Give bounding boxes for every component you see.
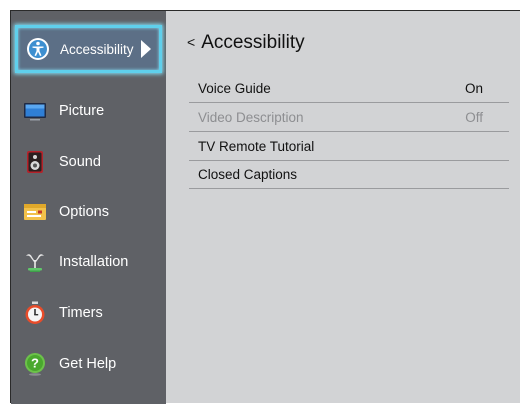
sidebar-item-label: Timers: [59, 305, 103, 321]
sidebar-item-sound[interactable]: Sound: [11, 138, 166, 186]
menu-row-video-description: Video Description Off: [189, 103, 509, 132]
row-label: Closed Captions: [198, 167, 298, 182]
sidebar-item-get-help[interactable]: ? Get Help: [11, 340, 166, 388]
sidebar-item-label: Accessibility: [60, 41, 134, 57]
sidebar-item-label: Installation: [59, 254, 129, 270]
settings-sidebar: Accessibility Picture Sound Options Inst…: [11, 11, 166, 404]
menu-row-voice-guide[interactable]: Voice Guide On: [189, 74, 509, 103]
sidebar-item-picture[interactable]: Picture: [11, 87, 166, 135]
options-icon: [24, 204, 46, 220]
sidebar-item-options[interactable]: Options: [11, 188, 166, 236]
tv-screen-icon: [24, 103, 46, 121]
accessibility-icon: [27, 38, 49, 60]
page-title: < Accessibility: [187, 32, 305, 54]
sidebar-item-label: Options: [59, 204, 109, 220]
chevron-right-icon: [141, 40, 151, 58]
menu-row-tv-remote-tutorial[interactable]: TV Remote Tutorial: [189, 132, 509, 161]
antenna-icon: [26, 254, 44, 272]
row-label: TV Remote Tutorial: [198, 139, 315, 154]
row-value: Off: [465, 110, 483, 125]
row-label: Voice Guide: [198, 81, 271, 96]
help-icon: ?: [25, 353, 45, 376]
sidebar-item-label: Get Help: [59, 356, 117, 372]
sidebar-item-label: Picture: [59, 103, 105, 119]
menu-row-closed-captions[interactable]: Closed Captions: [189, 160, 509, 189]
tv-settings-screen: Accessibility Picture Sound Options Inst…: [10, 10, 520, 404]
stopwatch-icon: [25, 301, 45, 324]
speaker-icon: [27, 151, 43, 173]
page-title-text: Accessibility: [201, 32, 305, 53]
back-arrow-icon[interactable]: <: [187, 34, 195, 50]
sidebar-item-accessibility[interactable]: Accessibility: [15, 25, 162, 73]
svg-text:?: ?: [31, 356, 39, 371]
row-value: On: [464, 81, 483, 96]
row-label: Video Description: [198, 110, 304, 125]
sidebar-item-installation[interactable]: Installation: [11, 238, 166, 286]
sidebar-item-label: Sound: [59, 154, 101, 170]
sidebar-item-timers[interactable]: Timers: [11, 289, 166, 337]
